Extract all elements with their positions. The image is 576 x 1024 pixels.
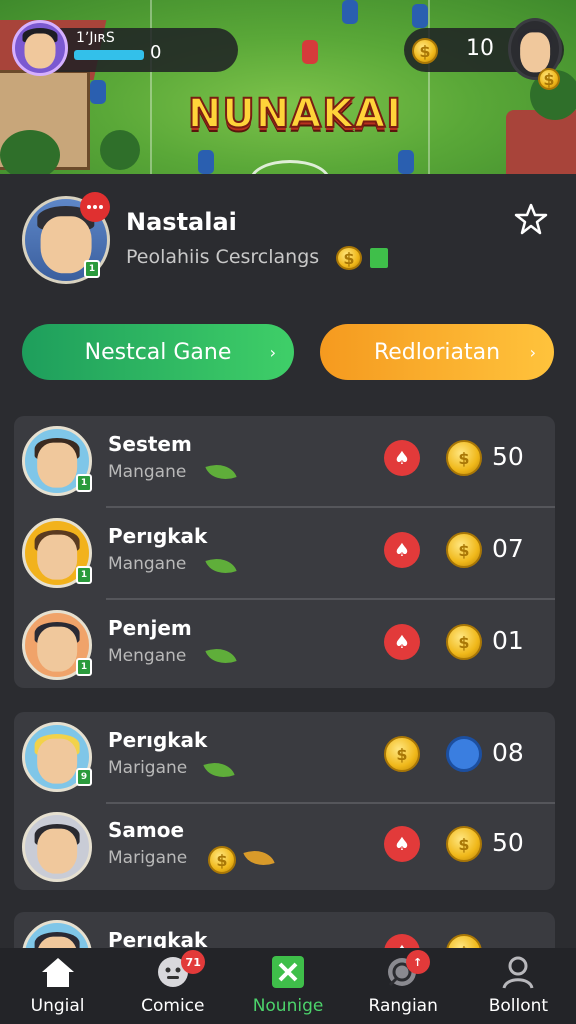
player-name: Perıgkak — [108, 524, 208, 548]
coin-count: 10 — [466, 36, 494, 61]
nav-item-ranking[interactable]: ↑ Rangian — [346, 948, 461, 1024]
player-role: Mangane — [108, 462, 187, 482]
dice-badge-icon — [80, 192, 110, 222]
avatar — [22, 812, 92, 882]
primary-action-label: Nestcal Gane — [84, 339, 232, 365]
player-name: Penjem — [108, 616, 192, 640]
player-role: Mangane — [108, 554, 187, 574]
notification-badge: 71 — [181, 950, 206, 974]
secondary-action-label: Redloriatan — [373, 339, 501, 365]
level-badge: 9 — [76, 768, 92, 786]
profile-subtitle: Peolahiis Cesrclangs — [126, 246, 320, 268]
leaf-icon — [243, 844, 275, 872]
nav-label: Bollont — [488, 996, 549, 1016]
nav-item-home[interactable]: Ungial — [0, 948, 115, 1024]
list-item[interactable]: 1 Penjem Mengane ♠ 01 — [14, 600, 555, 692]
player-role: Mengane — [108, 646, 187, 666]
player-role: Marigane — [108, 848, 188, 868]
primary-action-button[interactable]: Nestcal Gane › — [22, 324, 294, 380]
score-value: 08 — [492, 738, 524, 767]
coin-icon — [446, 532, 482, 568]
player-list-card: 1 Sestem Mangane ♠ 50 1 Perıgkak Mangane… — [14, 416, 555, 688]
red-flame-icon: ♠ — [384, 826, 420, 862]
xp-value: 0 — [150, 42, 162, 63]
player-name: Samoe — [108, 818, 185, 842]
list-item[interactable]: 9 Perıgkak Marigane 08 — [14, 712, 555, 804]
blue-token-icon — [446, 736, 482, 772]
level-badge: 1 — [76, 474, 92, 492]
coin-icon — [336, 246, 362, 270]
leaf-icon — [205, 552, 237, 580]
nav-label: Ungial — [30, 996, 85, 1016]
cross-box-icon — [270, 954, 306, 990]
player-figure — [398, 150, 414, 174]
nav-item-chat[interactable]: 71 Comice — [115, 948, 230, 1024]
game-logo: NUNAKAI — [187, 90, 403, 138]
player-name: 1ʼJıʀS — [76, 30, 115, 46]
nav-label: Rangian — [368, 996, 438, 1016]
profile-name: Nastalai — [126, 208, 237, 236]
coin-icon — [538, 68, 560, 90]
chevron-right-icon: › — [529, 342, 536, 362]
player-name: Sestem — [108, 432, 192, 456]
chevron-right-icon: › — [269, 342, 276, 362]
leaf-icon — [205, 458, 237, 486]
coin-icon — [384, 736, 420, 772]
red-flame-icon: ♠ — [384, 624, 420, 660]
favorite-star-icon[interactable] — [514, 202, 548, 236]
player-figure — [342, 0, 358, 24]
tree — [100, 130, 140, 170]
player-list-card: 9 Perıgkak Marigane 08 Samoe Marigane ♠ … — [14, 712, 555, 890]
score-value: 50 — [492, 442, 524, 471]
score-value: 50 — [492, 828, 524, 857]
bottom-nav: Ungial 71 Comice Nounige ↑ Rangian Bollo… — [0, 948, 576, 1024]
player-name: Perıgkak — [108, 728, 208, 752]
coin-icon — [412, 38, 438, 64]
list-item[interactable]: Samoe Marigane ♠ 50 — [14, 802, 555, 894]
leaf-icon — [203, 756, 235, 784]
coin-icon — [446, 826, 482, 862]
nav-label: Nounige — [252, 996, 324, 1016]
notification-badge: ↑ — [405, 950, 430, 974]
player-role: Marigane — [108, 758, 188, 778]
secondary-action-button[interactable]: Redloriatan › — [320, 324, 554, 380]
score-value: 07 — [492, 534, 524, 563]
level-badge: 1 — [84, 260, 100, 278]
red-flame-icon: ♠ — [384, 440, 420, 476]
level-badge: 1 — [76, 658, 92, 676]
player-avatar[interactable] — [12, 20, 68, 76]
leaf-icon — [205, 642, 237, 670]
player-figure — [198, 150, 214, 174]
red-flame-icon: ♠ — [384, 532, 420, 568]
score-value: 01 — [492, 626, 524, 655]
nav-item-profile[interactable]: Bollont — [461, 948, 576, 1024]
hero-banner: NUNAKAI — [0, 0, 576, 174]
xp-bar — [74, 50, 144, 60]
tree — [0, 130, 60, 174]
list-item[interactable]: 1 Sestem Mangane ♠ 50 — [14, 416, 555, 508]
player-figure — [412, 4, 428, 28]
coin-icon — [446, 440, 482, 476]
nav-label: Comice — [141, 996, 205, 1016]
barn — [506, 110, 576, 174]
list-item[interactable]: 1 Perıgkak Mangane ♠ 07 — [14, 508, 555, 600]
nav-item-center[interactable]: Nounige — [230, 948, 345, 1024]
coin-icon — [446, 624, 482, 660]
player-figure — [90, 80, 106, 104]
player-figure — [302, 40, 318, 64]
level-badge: 1 — [76, 566, 92, 584]
green-card-icon — [370, 248, 388, 268]
home-icon — [40, 954, 76, 990]
coin-icon — [208, 846, 236, 874]
profile-icon — [500, 954, 536, 990]
